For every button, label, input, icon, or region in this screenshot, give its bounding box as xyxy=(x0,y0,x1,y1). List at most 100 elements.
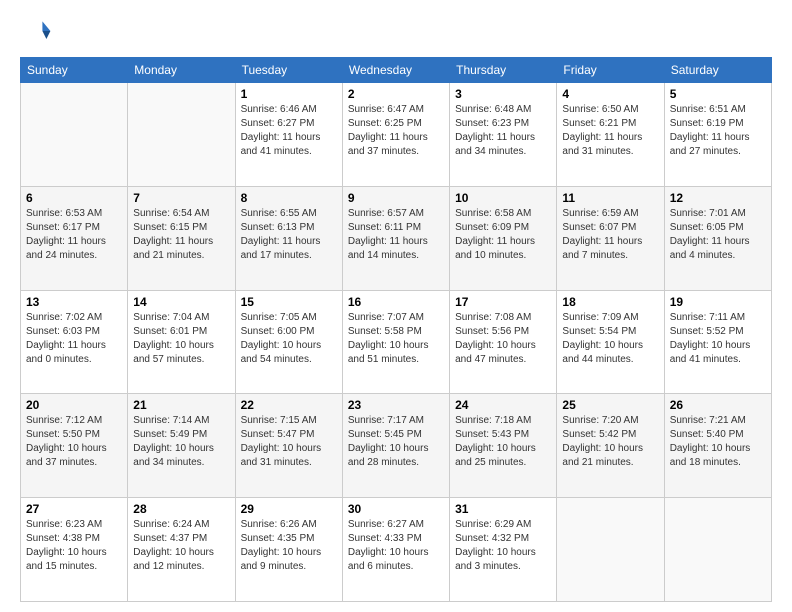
day-info: Sunrise: 6:50 AMSunset: 6:21 PMDaylight:… xyxy=(562,103,658,159)
day-info: Sunrise: 6:48 AMSunset: 6:23 PMDaylight:… xyxy=(455,103,551,159)
page: SundayMondayTuesdayWednesdayThursdayFrid… xyxy=(0,0,792,612)
day-number: 15 xyxy=(241,295,337,309)
calendar-cell: 25 Sunrise: 7:20 AMSunset: 5:42 PMDayligh… xyxy=(557,394,664,498)
day-info: Sunrise: 6:53 AMSunset: 6:17 PMDaylight:… xyxy=(26,207,122,263)
day-number: 3 xyxy=(455,87,551,101)
day-number: 11 xyxy=(562,191,658,205)
calendar-cell xyxy=(128,83,235,187)
calendar-cell: 1 Sunrise: 6:46 AMSunset: 6:27 PMDaylight… xyxy=(235,83,342,187)
calendar-cell: 14 Sunrise: 7:04 AMSunset: 6:01 PMDayligh… xyxy=(128,290,235,394)
day-number: 7 xyxy=(133,191,229,205)
calendar-week-4: 27 Sunrise: 6:23 AMSunset: 4:38 PMDayligh… xyxy=(21,498,772,602)
header xyxy=(20,15,772,47)
day-info: Sunrise: 7:01 AMSunset: 6:05 PMDaylight:… xyxy=(670,207,766,263)
calendar-cell: 7 Sunrise: 6:54 AMSunset: 6:15 PMDaylight… xyxy=(128,186,235,290)
day-info: Sunrise: 7:08 AMSunset: 5:56 PMDaylight:… xyxy=(455,311,551,367)
day-info: Sunrise: 6:29 AMSunset: 4:32 PMDaylight:… xyxy=(455,518,551,574)
day-header-tuesday: Tuesday xyxy=(235,58,342,83)
day-number: 9 xyxy=(348,191,444,205)
day-header-sunday: Sunday xyxy=(21,58,128,83)
calendar-cell: 13 Sunrise: 7:02 AMSunset: 6:03 PMDayligh… xyxy=(21,290,128,394)
day-number: 20 xyxy=(26,398,122,412)
calendar-cell: 24 Sunrise: 7:18 AMSunset: 5:43 PMDayligh… xyxy=(450,394,557,498)
day-info: Sunrise: 7:04 AMSunset: 6:01 PMDaylight:… xyxy=(133,311,229,367)
calendar-cell xyxy=(664,498,771,602)
day-header-wednesday: Wednesday xyxy=(342,58,449,83)
calendar-cell: 30 Sunrise: 6:27 AMSunset: 4:33 PMDayligh… xyxy=(342,498,449,602)
day-info: Sunrise: 6:24 AMSunset: 4:37 PMDaylight:… xyxy=(133,518,229,574)
calendar-cell: 16Sunrise: 7:07 AMSunset: 5:58 PMDayligh… xyxy=(342,290,449,394)
calendar-week-0: 1 Sunrise: 6:46 AMSunset: 6:27 PMDaylight… xyxy=(21,83,772,187)
day-number: 26 xyxy=(670,398,766,412)
day-number: 8 xyxy=(241,191,337,205)
day-info: Sunrise: 7:20 AMSunset: 5:42 PMDaylight:… xyxy=(562,414,658,470)
day-number: 16 xyxy=(348,295,444,309)
day-number: 25 xyxy=(562,398,658,412)
calendar-cell: 21 Sunrise: 7:14 AMSunset: 5:49 PMDayligh… xyxy=(128,394,235,498)
day-info: Sunrise: 7:14 AMSunset: 5:49 PMDaylight:… xyxy=(133,414,229,470)
calendar-cell: 22Sunrise: 7:15 AMSunset: 5:47 PMDayligh… xyxy=(235,394,342,498)
calendar-cell: 23Sunrise: 7:17 AMSunset: 5:45 PMDayligh… xyxy=(342,394,449,498)
calendar-cell: 2Sunrise: 6:47 AMSunset: 6:25 PMDaylight… xyxy=(342,83,449,187)
day-info: Sunrise: 6:59 AMSunset: 6:07 PMDaylight:… xyxy=(562,207,658,263)
calendar-week-3: 20 Sunrise: 7:12 AMSunset: 5:50 PMDayligh… xyxy=(21,394,772,498)
day-info: Sunrise: 6:23 AMSunset: 4:38 PMDaylight:… xyxy=(26,518,122,574)
day-info: Sunrise: 6:27 AMSunset: 4:33 PMDaylight:… xyxy=(348,518,444,574)
day-info: Sunrise: 6:54 AMSunset: 6:15 PMDaylight:… xyxy=(133,207,229,263)
day-info: Sunrise: 6:51 AMSunset: 6:19 PMDaylight:… xyxy=(670,103,766,159)
calendar-cell: 9 Sunrise: 6:57 AMSunset: 6:11 PMDaylight… xyxy=(342,186,449,290)
day-info: Sunrise: 7:12 AMSunset: 5:50 PMDaylight:… xyxy=(26,414,122,470)
day-info: Sunrise: 6:57 AMSunset: 6:11 PMDaylight:… xyxy=(348,207,444,263)
day-number: 30 xyxy=(348,502,444,516)
calendar-cell: 20 Sunrise: 7:12 AMSunset: 5:50 PMDayligh… xyxy=(21,394,128,498)
calendar-week-2: 13 Sunrise: 7:02 AMSunset: 6:03 PMDayligh… xyxy=(21,290,772,394)
logo xyxy=(20,15,56,47)
day-number: 27 xyxy=(26,502,122,516)
day-number: 6 xyxy=(26,191,122,205)
day-header-thursday: Thursday xyxy=(450,58,557,83)
day-info: Sunrise: 7:05 AMSunset: 6:00 PMDaylight:… xyxy=(241,311,337,367)
calendar-cell: 4 Sunrise: 6:50 AMSunset: 6:21 PMDaylight… xyxy=(557,83,664,187)
calendar-cell: 3 Sunrise: 6:48 AMSunset: 6:23 PMDaylight… xyxy=(450,83,557,187)
calendar-header-row: SundayMondayTuesdayWednesdayThursdayFrid… xyxy=(21,58,772,83)
day-header-monday: Monday xyxy=(128,58,235,83)
day-number: 29 xyxy=(241,502,337,516)
calendar-cell: 17 Sunrise: 7:08 AMSunset: 5:56 PMDayligh… xyxy=(450,290,557,394)
day-number: 19 xyxy=(670,295,766,309)
calendar-cell: 12 Sunrise: 7:01 AMSunset: 6:05 PMDayligh… xyxy=(664,186,771,290)
calendar-cell: 11 Sunrise: 6:59 AMSunset: 6:07 PMDayligh… xyxy=(557,186,664,290)
day-number: 1 xyxy=(241,87,337,101)
day-number: 12 xyxy=(670,191,766,205)
day-info: Sunrise: 7:09 AMSunset: 5:54 PMDaylight:… xyxy=(562,311,658,367)
calendar-cell: 8Sunrise: 6:55 AMSunset: 6:13 PMDaylight… xyxy=(235,186,342,290)
day-info: Sunrise: 7:02 AMSunset: 6:03 PMDaylight:… xyxy=(26,311,122,367)
day-number: 31 xyxy=(455,502,551,516)
logo-icon xyxy=(20,15,52,47)
day-number: 4 xyxy=(562,87,658,101)
day-number: 24 xyxy=(455,398,551,412)
day-info: Sunrise: 7:21 AMSunset: 5:40 PMDaylight:… xyxy=(670,414,766,470)
calendar-cell: 10Sunrise: 6:58 AMSunset: 6:09 PMDayligh… xyxy=(450,186,557,290)
calendar-cell: 6 Sunrise: 6:53 AMSunset: 6:17 PMDaylight… xyxy=(21,186,128,290)
calendar-cell: 15 Sunrise: 7:05 AMSunset: 6:00 PMDayligh… xyxy=(235,290,342,394)
calendar-cell: 19Sunrise: 7:11 AMSunset: 5:52 PMDayligh… xyxy=(664,290,771,394)
calendar-week-1: 6 Sunrise: 6:53 AMSunset: 6:17 PMDaylight… xyxy=(21,186,772,290)
day-number: 13 xyxy=(26,295,122,309)
calendar-cell: 5 Sunrise: 6:51 AMSunset: 6:19 PMDaylight… xyxy=(664,83,771,187)
day-number: 2 xyxy=(348,87,444,101)
calendar-cell: 18 Sunrise: 7:09 AMSunset: 5:54 PMDayligh… xyxy=(557,290,664,394)
day-number: 18 xyxy=(562,295,658,309)
calendar-cell xyxy=(557,498,664,602)
calendar-cell: 31 Sunrise: 6:29 AMSunset: 4:32 PMDayligh… xyxy=(450,498,557,602)
calendar-cell: 29 Sunrise: 6:26 AMSunset: 4:35 PMDayligh… xyxy=(235,498,342,602)
day-number: 5 xyxy=(670,87,766,101)
day-info: Sunrise: 7:15 AMSunset: 5:47 PMDaylight:… xyxy=(241,414,337,470)
day-info: Sunrise: 7:17 AMSunset: 5:45 PMDaylight:… xyxy=(348,414,444,470)
day-info: Sunrise: 6:46 AMSunset: 6:27 PMDaylight:… xyxy=(241,103,337,159)
day-number: 21 xyxy=(133,398,229,412)
calendar-cell: 27 Sunrise: 6:23 AMSunset: 4:38 PMDayligh… xyxy=(21,498,128,602)
day-number: 17 xyxy=(455,295,551,309)
day-number: 14 xyxy=(133,295,229,309)
day-info: Sunrise: 6:26 AMSunset: 4:35 PMDaylight:… xyxy=(241,518,337,574)
day-info: Sunrise: 7:18 AMSunset: 5:43 PMDaylight:… xyxy=(455,414,551,470)
